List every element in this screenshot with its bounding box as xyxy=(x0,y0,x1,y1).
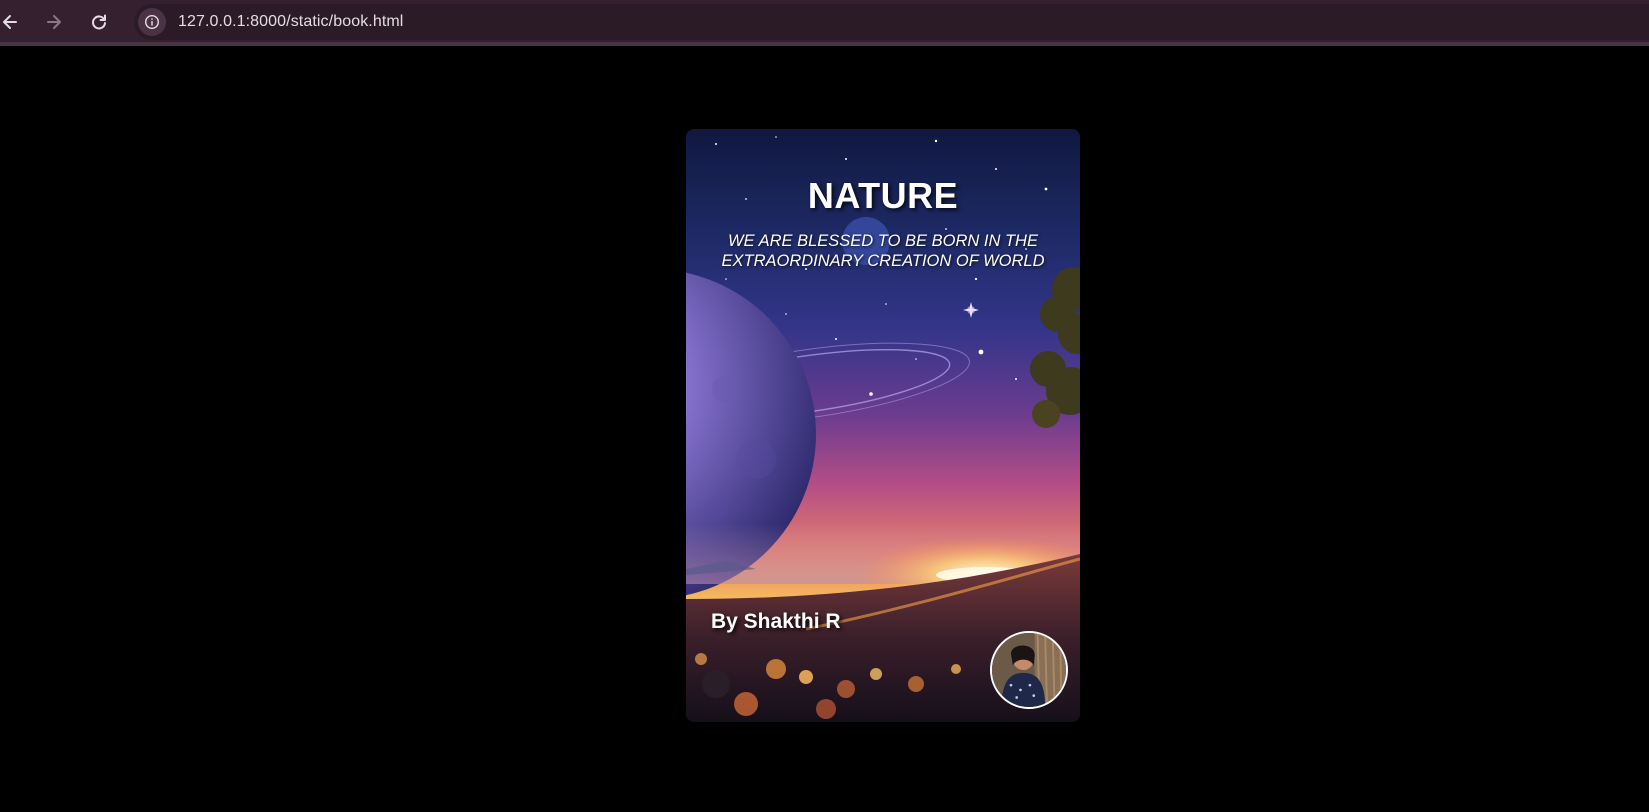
back-button[interactable] xyxy=(0,8,24,36)
site-info-button[interactable] xyxy=(138,8,166,36)
forward-button[interactable] xyxy=(40,8,68,36)
reload-button[interactable] xyxy=(85,8,113,36)
book-author: By Shakthi R xyxy=(711,610,841,633)
sparkle-star xyxy=(963,302,979,318)
author-avatar xyxy=(990,631,1068,709)
arrow-right-icon xyxy=(47,15,61,29)
browser-toolbar: 127.0.0.1:8000/static/book.html xyxy=(0,0,1649,46)
arrow-left-icon xyxy=(3,15,17,29)
reload-icon xyxy=(92,14,106,30)
book-title: NATURE xyxy=(807,175,959,216)
tree xyxy=(1030,267,1080,428)
book-subtitle: WE ARE BLESSED TO BE BORN IN THE EXTRAOR… xyxy=(721,232,1045,270)
author-photo xyxy=(992,633,1066,707)
info-icon xyxy=(144,14,160,30)
book-cover: NATURE WE ARE BLESSED TO BE BORN IN THE … xyxy=(686,129,1080,722)
url-text[interactable]: 127.0.0.1:8000/static/book.html xyxy=(178,13,403,31)
page-viewport: NATURE WE ARE BLESSED TO BE BORN IN THE … xyxy=(0,50,1649,812)
address-bar[interactable]: 127.0.0.1:8000/static/book.html xyxy=(134,4,1649,40)
